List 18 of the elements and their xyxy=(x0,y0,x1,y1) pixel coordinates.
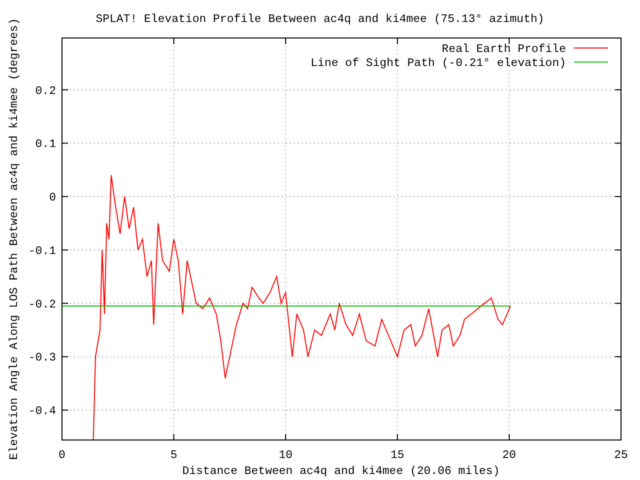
tick-label: -0.2 xyxy=(28,298,56,312)
tick-label: 0.2 xyxy=(35,84,56,98)
tick-label: 0.1 xyxy=(35,138,56,152)
tick-label: -0.4 xyxy=(28,405,56,418)
legend-label: Real Earth Profile xyxy=(442,43,566,56)
tick-label: 0 xyxy=(58,449,66,462)
tick-label: 25 xyxy=(614,449,628,462)
tick-label: 5 xyxy=(170,449,178,462)
tick-label: 20 xyxy=(502,449,516,462)
tick-label: -0.1 xyxy=(28,244,56,258)
x-axis-label: Distance Between ac4q and ki4mee (20.06 miles) xyxy=(182,465,500,478)
tick-label: -0.3 xyxy=(28,352,56,365)
tick-label: 10 xyxy=(278,449,292,462)
chart-title: SPLAT! Elevation Profile Between ac4q and ki4mee (75.13° azimuth) xyxy=(96,13,544,26)
legend-label: Line of Sight Path (-0.21° elevation) xyxy=(310,57,566,70)
tick-label: 0 xyxy=(49,192,56,205)
tick-label: 15 xyxy=(390,449,404,462)
y-axis-label: Elevation Angle Along LOS Path Between ac4q and ki4mee (degrees) xyxy=(8,18,21,460)
